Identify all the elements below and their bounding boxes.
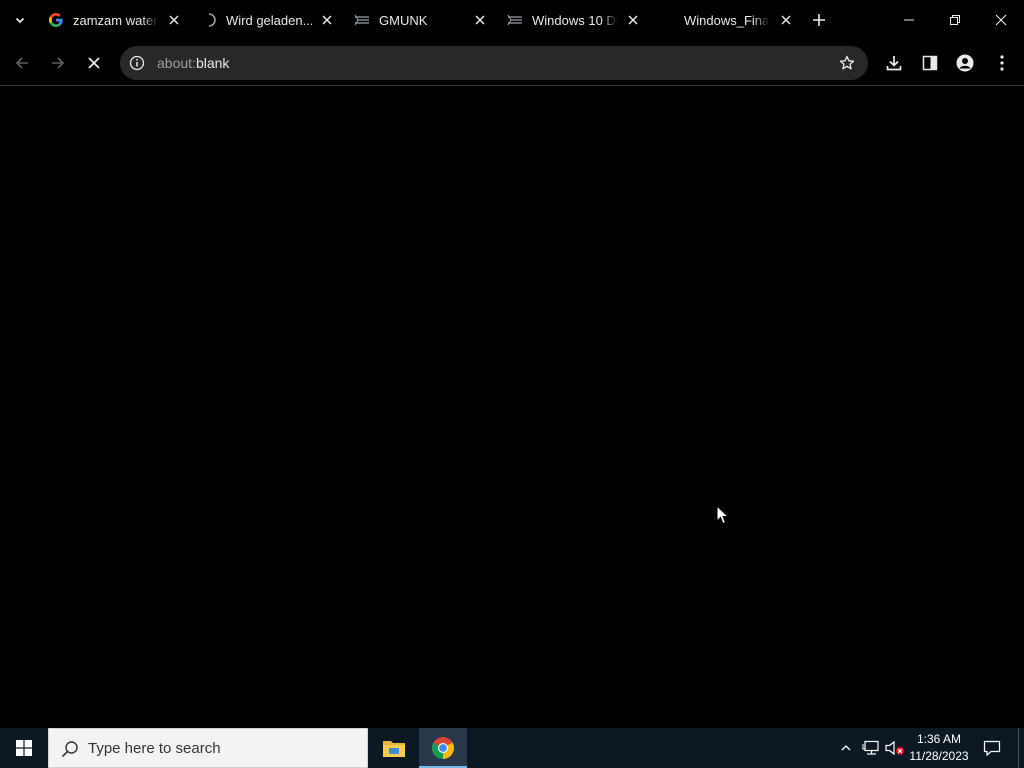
network-tray-icon[interactable] (861, 738, 881, 758)
close-window-button[interactable] (978, 0, 1024, 40)
page-lines-icon (507, 12, 523, 28)
restore-icon (950, 15, 960, 25)
chrome-icon (432, 737, 454, 759)
info-icon[interactable] (128, 54, 146, 72)
url-text[interactable]: about:blank (157, 55, 229, 71)
show-hidden-icons-button[interactable] (836, 738, 856, 758)
kebab-menu-icon (1000, 55, 1004, 71)
person-icon (956, 54, 974, 72)
clock-date: 11/28/2023 (909, 749, 969, 763)
notification-icon (983, 740, 1001, 756)
chevron-up-icon (841, 745, 851, 751)
side-panel-button[interactable] (916, 49, 944, 77)
url-scheme: about: (157, 55, 196, 71)
tab-title: Wird geladen... (226, 13, 312, 28)
network-icon (862, 740, 879, 755)
tab-title: Windows_Final (684, 13, 770, 28)
system-clock[interactable]: 1:36 AM 11/28/2023 (906, 731, 972, 765)
back-button[interactable] (8, 49, 36, 77)
chevron-down-icon (15, 17, 25, 24)
tab-title: zamzam water (73, 13, 158, 28)
show-desktop-button[interactable] (1018, 728, 1024, 768)
tab-gmunk[interactable]: GMUNK (346, 4, 498, 37)
close-icon[interactable] (778, 12, 794, 28)
close-icon (995, 14, 1007, 26)
close-icon (88, 57, 100, 69)
taskbar-search-box[interactable]: Type here to search (48, 728, 368, 768)
page-lines-icon (354, 12, 370, 28)
taskbar: Type here to search 1:36 AM 11/28/2023 (0, 728, 1024, 768)
browser-toolbar: about:blank (0, 41, 1024, 86)
plus-icon (813, 14, 825, 26)
minimize-button[interactable] (886, 0, 932, 40)
close-icon[interactable] (166, 12, 182, 28)
stop-loading-button[interactable] (80, 49, 108, 77)
loading-spinner-icon (201, 12, 217, 28)
tab-windows-final[interactable]: Windows_Final (652, 4, 804, 37)
minimize-icon (904, 19, 914, 21)
arrow-right-icon (52, 57, 65, 69)
tab-search-button[interactable] (8, 8, 32, 32)
taskbar-file-explorer[interactable] (370, 728, 418, 768)
restore-button[interactable] (932, 0, 978, 40)
tab-title: Windows 10 De (532, 13, 618, 28)
action-center-button[interactable] (980, 728, 1004, 768)
tab-zamzam-water[interactable]: zamzam water (40, 4, 192, 37)
tab-title: GMUNK (379, 13, 428, 28)
close-icon[interactable] (625, 12, 641, 28)
side-panel-icon (922, 55, 938, 71)
url-host: blank (195, 55, 230, 71)
taskbar-chrome[interactable] (419, 728, 467, 768)
arrow-left-icon (15, 57, 28, 69)
tab-strip: zamzam water Wird geladen... GMUNK Windo… (0, 0, 1024, 41)
windows-logo-icon (16, 740, 32, 756)
downloads-button[interactable] (880, 49, 908, 77)
file-explorer-icon (383, 741, 405, 757)
search-icon (61, 741, 78, 758)
new-tab-button[interactable] (808, 9, 830, 31)
star-icon[interactable] (838, 54, 856, 72)
download-icon (886, 56, 902, 71)
search-placeholder: Type here to search (88, 740, 221, 757)
tab-wird-geladen[interactable]: Wird geladen... (193, 4, 345, 37)
volume-muted-icon (885, 740, 904, 756)
profile-button[interactable] (951, 49, 979, 77)
start-button[interactable] (0, 728, 48, 768)
clock-time: 1:36 AM (916, 732, 962, 746)
mouse-cursor-icon (716, 505, 730, 525)
forward-button[interactable] (44, 49, 72, 77)
menu-button[interactable] (988, 49, 1016, 77)
volume-tray-icon[interactable] (885, 738, 905, 758)
address-bar[interactable]: about:blank (120, 46, 868, 80)
tab-windows-10[interactable]: Windows 10 De (499, 4, 651, 37)
close-icon[interactable] (319, 12, 335, 28)
page-viewport[interactable] (0, 87, 1024, 728)
close-icon[interactable] (472, 12, 488, 28)
google-g-icon (48, 12, 64, 28)
